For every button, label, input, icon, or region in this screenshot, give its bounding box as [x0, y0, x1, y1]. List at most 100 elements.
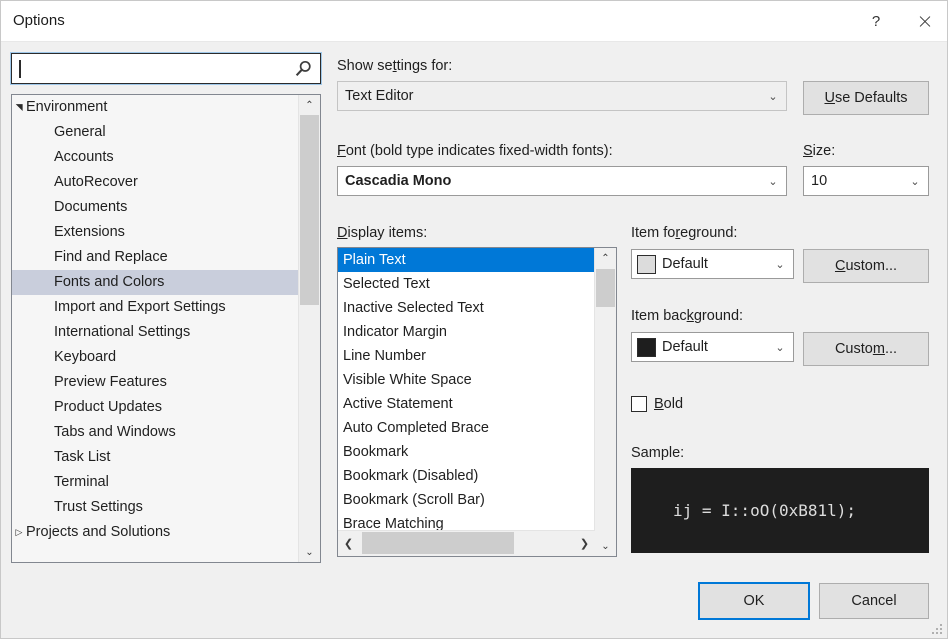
scroll-down-icon[interactable]: ⌄: [595, 536, 616, 556]
sidebar-item-autorecover[interactable]: AutoRecover: [12, 170, 299, 195]
text-caret: [19, 60, 21, 78]
item-background-combo[interactable]: Default ⌄: [631, 332, 794, 362]
display-items-list[interactable]: Plain TextSelected TextInactive Selected…: [337, 247, 617, 557]
expander-expanded-icon[interactable]: ◢: [11, 101, 32, 115]
sidebar-item-product-updates[interactable]: Product Updates: [12, 395, 299, 420]
search-icon[interactable]: [293, 59, 313, 79]
tree-item-label: Terminal: [54, 474, 109, 490]
chevron-down-icon: ⌄: [902, 175, 928, 188]
display-items-horizontal-scrollbar[interactable]: ❮ ❯: [338, 530, 595, 556]
label-part: Item bac: [631, 308, 687, 324]
sidebar-item-terminal[interactable]: Terminal: [12, 470, 299, 495]
label-accel: S: [803, 143, 813, 159]
list-item[interactable]: Inactive Selected Text: [338, 296, 595, 320]
list-item[interactable]: Bookmark (Disabled): [338, 464, 595, 488]
tree-item-label: Preview Features: [54, 374, 167, 390]
use-defaults-label: Use Defaults: [824, 90, 907, 106]
sidebar-item-accounts[interactable]: Accounts: [12, 145, 299, 170]
item-background-label: Item background:: [631, 308, 743, 324]
scroll-up-icon[interactable]: ⌃: [299, 95, 320, 115]
sidebar-item-fonts-and-colors[interactable]: Fonts and Colors: [12, 270, 299, 295]
sidebar-item-import-and-export-settings[interactable]: Import and Export Settings: [12, 295, 299, 320]
scroll-right-icon[interactable]: ❯: [574, 531, 595, 555]
display-items-scrollbar-thumb[interactable]: [596, 269, 615, 307]
tree-item-label: Trust Settings: [54, 499, 143, 515]
tree-item-label: Extensions: [54, 224, 125, 240]
cancel-button[interactable]: Cancel: [819, 583, 929, 619]
font-label: Font (bold type indicates fixed-width fo…: [337, 143, 613, 159]
tree-item-label: Fonts and Colors: [54, 274, 164, 290]
label-accel: B: [654, 396, 664, 412]
list-item[interactable]: Auto Completed Brace: [338, 416, 595, 440]
sidebar-item-find-and-replace[interactable]: Find and Replace: [12, 245, 299, 270]
label-part: se Defaults: [835, 90, 908, 106]
list-item[interactable]: Brace Matching: [338, 512, 595, 531]
close-button[interactable]: [901, 1, 947, 41]
background-custom-label: Custom...: [835, 341, 897, 357]
sidebar-item-documents[interactable]: Documents: [12, 195, 299, 220]
label-part: Show se: [337, 58, 393, 74]
help-button[interactable]: ?: [853, 1, 899, 41]
sample-preview: ij = I::oO(0xB81l);: [631, 468, 929, 553]
scroll-up-icon[interactable]: ⌃: [595, 248, 616, 268]
tree-vertical-scrollbar[interactable]: ⌃ ⌄: [298, 95, 320, 562]
show-settings-for-combo[interactable]: Text Editor ⌄: [337, 81, 787, 111]
list-item[interactable]: Active Statement: [338, 392, 595, 416]
list-item[interactable]: Line Number: [338, 344, 595, 368]
sidebar-item-preview-features[interactable]: Preview Features: [12, 370, 299, 395]
scroll-down-icon[interactable]: ⌄: [299, 542, 320, 562]
tree-item-label: Accounts: [54, 149, 114, 165]
sidebar-item-projects-and-solutions[interactable]: ▷Projects and Solutions: [12, 520, 299, 545]
label-accel: C: [835, 258, 845, 274]
sidebar-item-environment[interactable]: ◢Environment: [12, 95, 299, 120]
label-part: old: [664, 396, 683, 412]
list-item[interactable]: Bookmark: [338, 440, 595, 464]
item-foreground-value: Default: [656, 256, 767, 272]
display-items-hscrollbar-thumb[interactable]: [362, 532, 514, 554]
options-category-tree[interactable]: ◢EnvironmentGeneral Accounts AutoRecoverDo…: [11, 94, 321, 563]
foreground-custom-label: Custom...: [835, 258, 897, 274]
search-input[interactable]: [11, 53, 321, 84]
sidebar-item-extensions[interactable]: Extensions: [12, 220, 299, 245]
label-accel: U: [824, 90, 834, 106]
resize-grip[interactable]: [930, 622, 942, 634]
item-background-value: Default: [656, 339, 767, 355]
tree-item-label: Keyboard: [54, 349, 116, 365]
show-settings-for-label: Show settings for:: [337, 58, 452, 74]
size-combo[interactable]: 10 ⌄: [803, 166, 929, 196]
chevron-down-icon: ⌄: [767, 258, 793, 271]
list-item[interactable]: Indicator Margin: [338, 320, 595, 344]
background-custom-button[interactable]: Custom...: [803, 332, 929, 366]
font-combo[interactable]: Cascadia Mono ⌄: [337, 166, 787, 196]
sidebar-item-trust-settings[interactable]: Trust Settings: [12, 495, 299, 520]
sidebar-item-general[interactable]: General: [12, 120, 299, 145]
list-item[interactable]: Bookmark (Scroll Bar): [338, 488, 595, 512]
tree-item-label: Task List: [54, 449, 110, 465]
size-label: Size:: [803, 143, 835, 159]
list-item[interactable]: Plain Text: [338, 248, 595, 272]
label-accel: m: [873, 341, 885, 357]
sidebar-item-task-list[interactable]: Task List: [12, 445, 299, 470]
tree-scrollbar-thumb[interactable]: [300, 115, 319, 305]
display-items-vertical-scrollbar[interactable]: ⌃ ⌄: [594, 248, 616, 556]
expander-collapsed-icon[interactable]: ▷: [12, 520, 26, 545]
bold-checkbox[interactable]: Bold: [631, 396, 683, 412]
sidebar-item-international-settings[interactable]: International Settings: [12, 320, 299, 345]
sidebar-item-tabs-and-windows[interactable]: Tabs and Windows: [12, 420, 299, 445]
list-item[interactable]: Visible White Space: [338, 368, 595, 392]
close-icon: [918, 15, 931, 28]
label-part: ont (bold type indicates fixed-width fon…: [346, 143, 613, 159]
size-value: 10: [804, 173, 902, 189]
foreground-custom-button[interactable]: Custom...: [803, 249, 929, 283]
label-accel: k: [687, 308, 694, 324]
scroll-left-icon[interactable]: ❮: [338, 531, 359, 555]
use-defaults-button[interactable]: Use Defaults: [803, 81, 929, 115]
list-item[interactable]: Selected Text: [338, 272, 595, 296]
sidebar-item-keyboard[interactable]: Keyboard: [12, 345, 299, 370]
item-foreground-combo[interactable]: Default ⌄: [631, 249, 794, 279]
ok-button[interactable]: OK: [699, 583, 809, 619]
checkbox-box-icon[interactable]: [631, 396, 647, 412]
foreground-color-swatch: [637, 255, 656, 274]
label-part: isplay items:: [347, 225, 427, 241]
cancel-label: Cancel: [851, 593, 896, 609]
